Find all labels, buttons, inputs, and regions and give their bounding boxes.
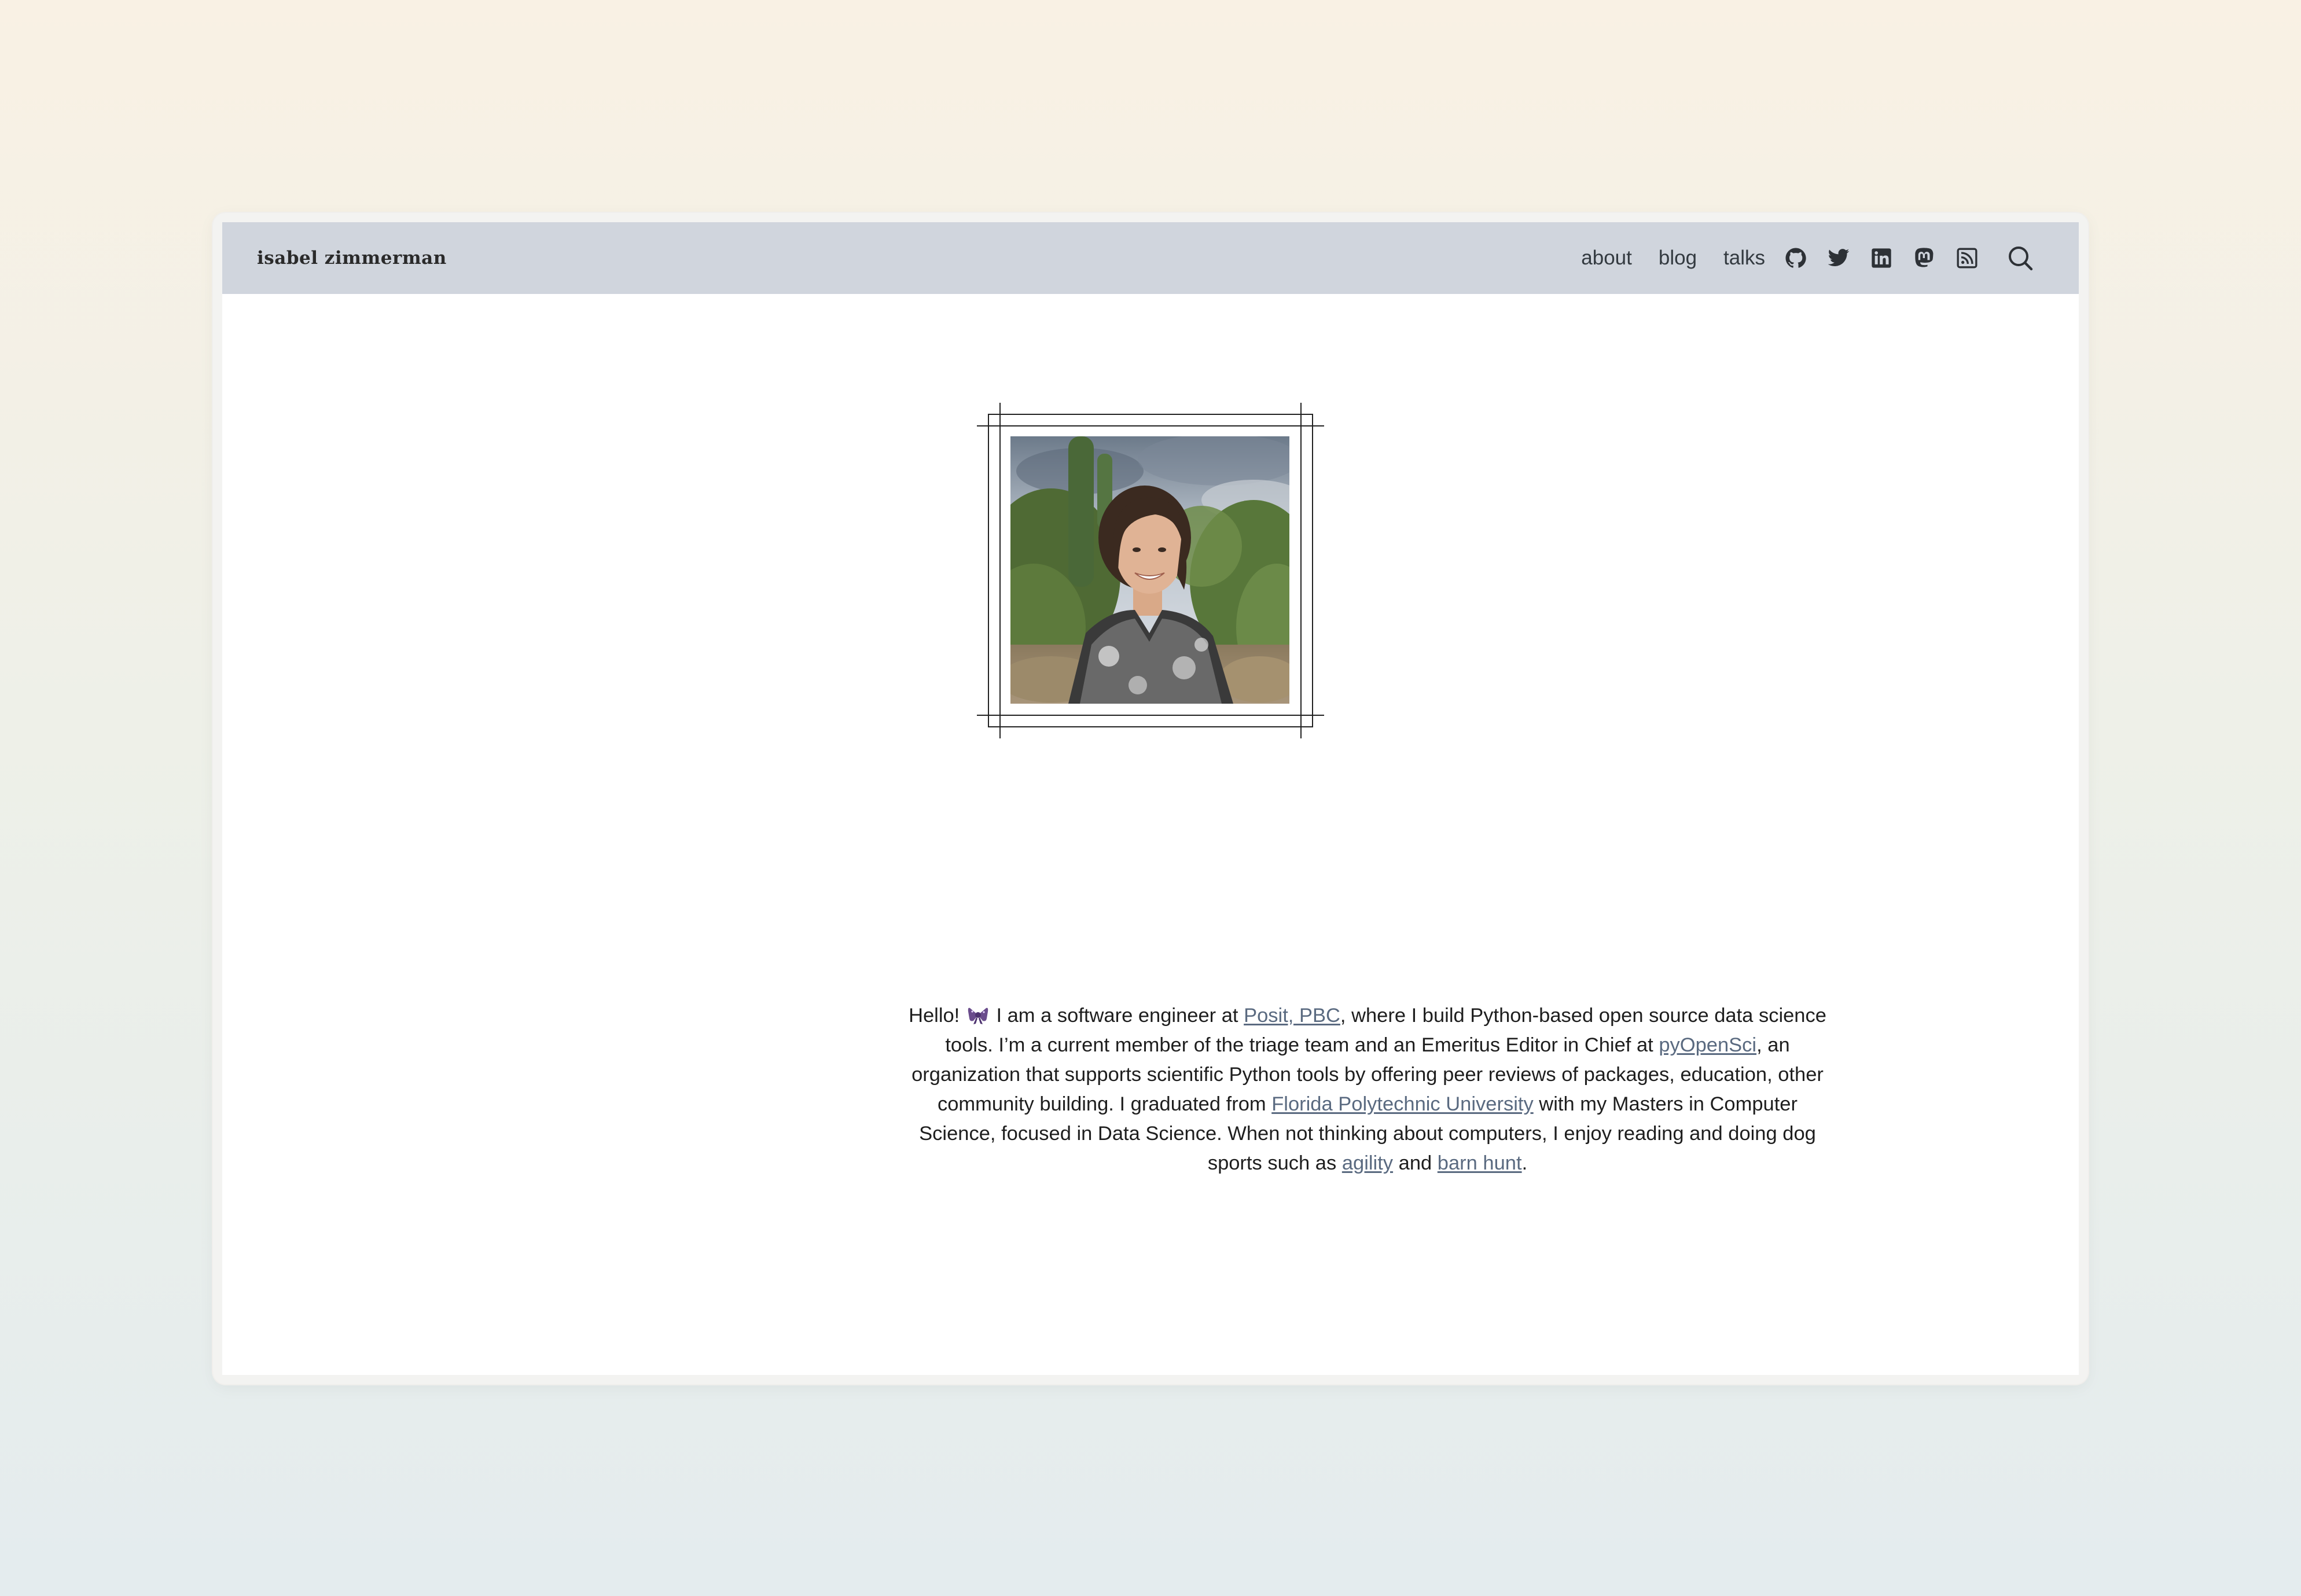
- navbar: isabel zimmerman about blog talks: [222, 222, 2079, 294]
- bio-text-1: Hello!: [909, 1005, 965, 1027]
- sparkly-ribbon-emoji-icon: [968, 1007, 988, 1024]
- link-pyopensci[interactable]: pyOpenSci: [1659, 1034, 1756, 1056]
- twitter-icon[interactable]: [1826, 246, 1851, 270]
- nav-link-about[interactable]: about: [1581, 247, 1632, 270]
- profile-photo-frame: [977, 403, 1324, 738]
- link-agility[interactable]: agility: [1342, 1152, 1393, 1174]
- link-florida-polytechnic[interactable]: Florida Polytechnic University: [1271, 1093, 1534, 1115]
- bio-text-2: I am a software engineer at: [990, 1005, 1244, 1027]
- site-brand-link[interactable]: isabel zimmerman: [257, 222, 447, 294]
- profile-photo: [1010, 436, 1289, 704]
- browser-window: isabel zimmerman about blog talks Hello!…: [213, 213, 2088, 1384]
- linkedin-icon[interactable]: [1869, 246, 1894, 270]
- bio-paragraph: Hello! I am a software engineer at Posit…: [903, 1001, 1832, 1178]
- bio-text-6: and: [1393, 1152, 1438, 1174]
- nav-right: about blog talks: [1581, 222, 2035, 294]
- link-posit[interactable]: Posit, PBC: [1244, 1005, 1340, 1027]
- bio-text-7: .: [1521, 1152, 1528, 1174]
- nav-link-blog[interactable]: blog: [1659, 247, 1697, 270]
- page: isabel zimmerman about blog talks Hello!…: [222, 222, 2079, 1375]
- search-icon[interactable]: [2006, 244, 2035, 273]
- nav-link-talks[interactable]: talks: [1723, 247, 1765, 270]
- mastodon-icon[interactable]: [1912, 246, 1936, 270]
- github-icon[interactable]: [1784, 246, 1808, 270]
- rss-icon[interactable]: [1955, 246, 1979, 270]
- link-barn-hunt[interactable]: barn hunt: [1438, 1152, 1522, 1174]
